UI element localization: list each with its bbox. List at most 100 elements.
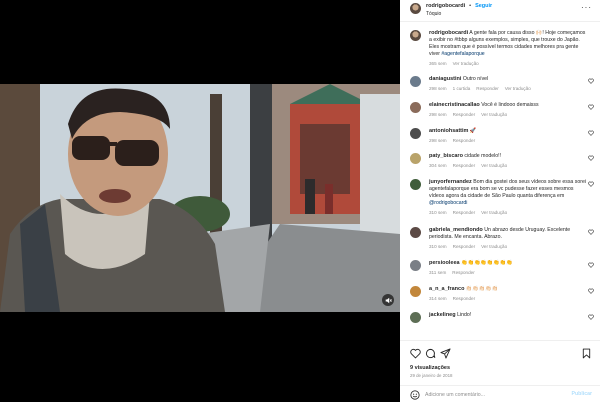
separator-dot: • [469,3,472,9]
commenter-avatar[interactable] [410,128,421,139]
comment-username[interactable]: junyorfernandez [429,179,472,185]
emoji-smiley-icon[interactable] [410,390,420,400]
author-avatar[interactable] [410,3,421,14]
share-send-icon[interactable] [440,348,451,359]
reply-button[interactable]: Responder [453,162,475,169]
comment-text: cidade modelo!! [464,153,502,159]
publish-button[interactable]: Publicar [572,391,592,397]
comment-time[interactable]: 298 sem [429,137,447,144]
comment-meta: 298 sem 1 curtida Responder Ver tradução [429,85,587,92]
comment-meta: 298 sem Responder [429,137,587,144]
reply-button[interactable]: Responder [453,243,475,250]
post-media [0,0,400,402]
comment-meta: 310 sem Responder Ver tradução [429,209,587,216]
commenter-avatar[interactable] [410,102,421,113]
reply-button[interactable]: Responder [453,111,475,118]
comment-username[interactable]: antoniohsattim [429,128,468,134]
comment-username[interactable]: elainecristinacallao [429,102,480,108]
comment-time[interactable]: 314 sem [429,295,447,302]
comment-body: elainecristinacallao Você é lindooo dema… [429,102,587,118]
video-frame[interactable] [0,84,400,312]
post-location[interactable]: Tóquio [426,11,441,17]
reply-button[interactable]: Responder [452,269,474,276]
comment-time[interactable]: 310 sem [429,243,447,250]
comment-time[interactable]: 298 sem [429,85,447,92]
commenter-avatar[interactable] [410,312,421,323]
author-row: rodrigobocardi • Seguir [426,3,492,9]
post-side-panel: rodrigobocardi • Seguir Tóquio ··· rodri… [400,0,600,402]
comment-meta: 310 sem Responder Ver tradução [429,243,587,250]
add-comment-input[interactable] [425,390,565,400]
mute-button[interactable] [382,294,394,306]
commenter-avatar[interactable] [410,153,421,164]
comment-bubble-icon[interactable] [425,348,436,359]
comment-username[interactable]: paty_biscaro [429,153,463,159]
views-count[interactable]: 9 visualizações [410,365,450,371]
commenter-avatar[interactable] [410,260,421,271]
like-heart-icon[interactable] [588,104,594,110]
comments-list[interactable]: rodrigobocardi A gente fala por causa di… [400,22,600,340]
commenter-avatar[interactable] [410,76,421,87]
comment-likes[interactable]: 1 curtida [453,85,471,92]
comment-username[interactable]: a_n_a_franco [429,286,464,292]
commenter-avatar[interactable] [410,227,421,238]
follow-button[interactable]: Seguir [475,3,492,9]
post-header: rodrigobocardi • Seguir Tóquio ··· [400,0,600,22]
commenter-avatar[interactable] [410,286,421,297]
like-heart-icon[interactable] [588,314,594,320]
caption-translate[interactable]: Ver tradução [453,60,479,67]
comment-body: jackelineg Lindo! [429,312,587,319]
like-heart-icon[interactable] [588,229,594,235]
comment-body: antoniohsattim 🚀 298 sem Responder [429,128,587,144]
comment-body: paty_biscaro cidade modelo!! 304 sem Res… [429,153,587,169]
comment-username[interactable]: gabriela_mendiondo [429,227,483,233]
caption-time[interactable]: 365 sem [429,60,447,67]
like-heart-icon[interactable] [588,78,594,84]
caption-body: rodrigobocardi A gente fala por causa di… [429,30,587,67]
post-actions: 9 visualizações 29 de janeiro de 2018 Pu… [400,340,600,402]
like-heart-icon[interactable] [588,155,594,161]
author-avatar[interactable] [410,30,421,41]
reply-button[interactable]: Responder [453,137,475,144]
translate-button[interactable]: Ver tradução [481,162,507,169]
caption-username[interactable]: rodrigobocardi [429,30,468,36]
comment-text: 👏👏👏👏👏👏👏👏 [461,260,513,266]
comment-username[interactable]: daniagustini [429,76,461,82]
comment-username[interactable]: jackelineg [429,312,456,318]
like-heart-icon[interactable] [588,262,594,268]
translate-button[interactable]: Ver tradução [481,243,507,250]
comment-text: 👏🏻👏🏻👏🏻👏🏻👏🏻 [465,286,499,292]
comment-time[interactable]: 311 sem [429,269,446,276]
translate-button[interactable]: Ver tradução [481,111,507,118]
comment-text: Você é lindooo demaisss [481,102,539,108]
street-scene-image [0,84,400,312]
commenter-avatar[interactable] [410,179,421,190]
comment-time[interactable]: 304 sem [429,162,447,169]
comment-mention[interactable]: @rodrigobocardi [429,200,467,206]
comment-time[interactable]: 310 sem [429,209,447,216]
bookmark-icon[interactable] [581,348,592,359]
caption-hashtag[interactable]: #agentefalaporque [441,51,484,57]
more-options-icon[interactable]: ··· [581,3,592,12]
author-username[interactable]: rodrigobocardi [426,3,465,9]
reply-button[interactable]: Responder [453,209,475,216]
translate-button[interactable]: Ver tradução [505,85,531,92]
add-comment-bar: Publicar [400,385,600,402]
comment-text: Outro nível [462,76,489,82]
comment-meta: 298 sem Responder Ver tradução [429,111,587,118]
comment-body: gabriela_mendiondo Un abrazo desde Urugu… [429,227,587,250]
reply-button[interactable]: Responder [476,85,498,92]
translate-button[interactable]: Ver tradução [481,209,507,216]
comment-username[interactable]: persiooleea [429,260,460,266]
speaker-muted-icon [385,297,392,303]
comment-meta: 304 sem Responder Ver tradução [429,162,587,169]
like-heart-icon[interactable] [588,181,594,187]
comment-body: daniagustini Outro nível 298 sem 1 curti… [429,76,587,92]
like-heart-icon[interactable] [588,288,594,294]
like-heart-icon[interactable] [410,348,421,359]
like-heart-icon[interactable] [588,130,594,136]
post-date[interactable]: 29 de janeiro de 2018 [410,373,452,378]
comment-body: a_n_a_franco 👏🏻👏🏻👏🏻👏🏻👏🏻 314 sem Responde… [429,286,587,302]
comment-time[interactable]: 298 sem [429,111,447,118]
reply-button[interactable]: Responder [453,295,475,302]
